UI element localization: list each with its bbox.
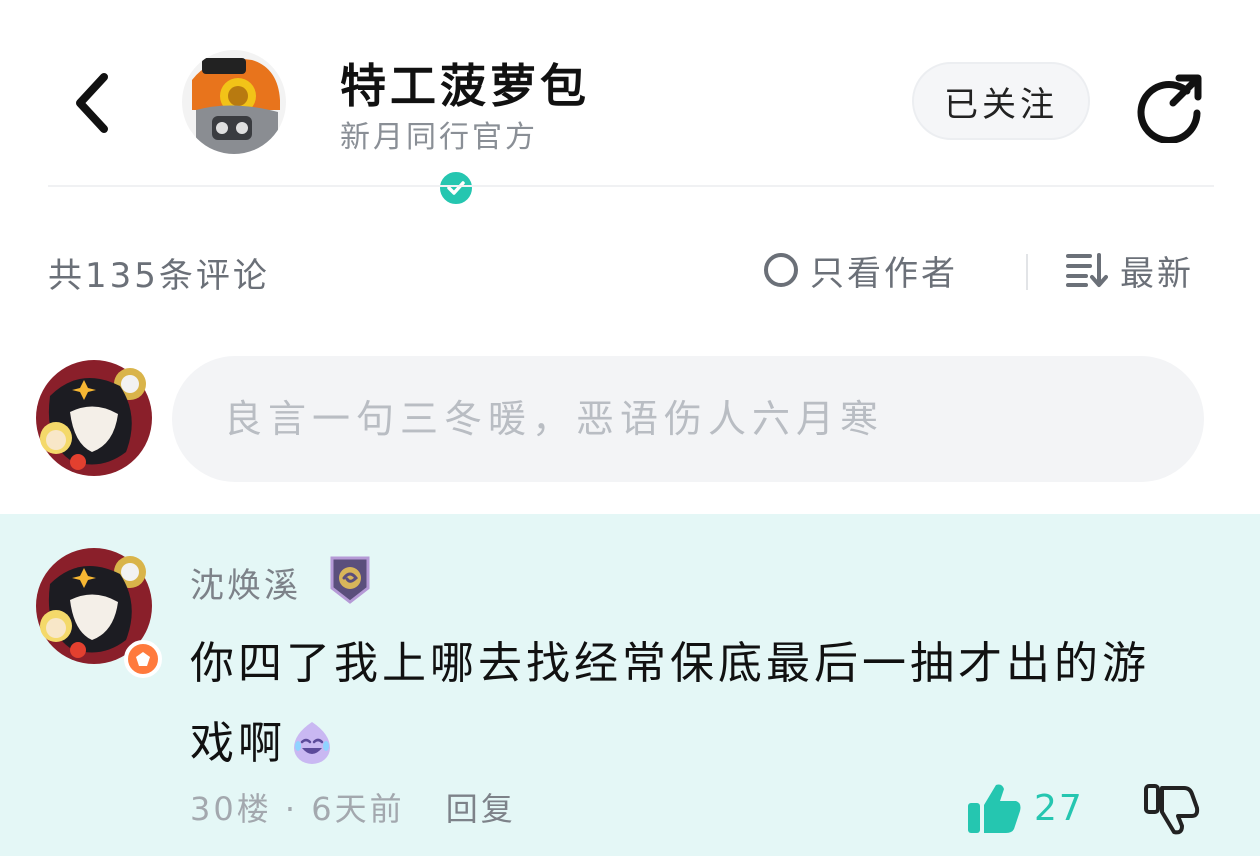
sort-label: 最新 xyxy=(1120,253,1194,294)
share-icon xyxy=(1137,74,1202,143)
comment-item: 沈焕溪 你四了我上哪去找经常保底最后一抽才出的游戏啊 30楼 · 6天前 回复 … xyxy=(0,514,1260,856)
author-avatar[interactable] xyxy=(182,50,476,208)
chevron-left-icon xyxy=(76,73,108,133)
comment-time: 6天前 xyxy=(311,790,405,828)
reply-button[interactable]: 回复 xyxy=(446,790,516,828)
level-badge-icon xyxy=(124,640,162,678)
comment-count: 共135条评论 xyxy=(48,256,270,296)
follow-button[interactable]: 已关注 xyxy=(912,62,1090,140)
author-subtitle: 新月同行官方 xyxy=(340,120,538,155)
sort-toggle[interactable]: 最新 xyxy=(1066,244,1194,296)
like-button[interactable]: 27 xyxy=(966,776,1084,840)
header-divider xyxy=(48,185,1214,187)
comment-page: 特工菠萝包 新月同行官方 已关注 共135条评论 只看作者 最新 良言一句三冬暖… xyxy=(0,0,1260,856)
verified-badge-icon xyxy=(436,168,476,208)
author-avatar-image xyxy=(182,50,286,154)
commenter-name[interactable]: 沈焕溪 xyxy=(190,558,301,607)
header: 特工菠萝包 新月同行官方 已关注 xyxy=(0,0,1260,208)
meta-dot: · xyxy=(284,790,312,828)
my-avatar-image xyxy=(36,360,152,476)
comment-body: 你四了我上哪去找经常保底最后一抽才出的游戏啊 xyxy=(190,624,1180,784)
comment-meta: 30楼 · 6天前 回复 xyxy=(190,784,516,830)
author-name[interactable]: 特工菠萝包 xyxy=(340,50,590,116)
bar-separator xyxy=(1026,254,1028,290)
radio-circle-icon xyxy=(764,253,798,287)
author-only-label: 只看作者 xyxy=(810,253,958,294)
share-button[interactable] xyxy=(1130,66,1210,146)
my-avatar[interactable] xyxy=(30,356,158,480)
back-button[interactable] xyxy=(66,68,118,138)
author-only-toggle[interactable]: 只看作者 xyxy=(764,244,958,296)
dislike-button[interactable] xyxy=(1140,778,1202,840)
comments-bar: 共135条评论 只看作者 最新 xyxy=(0,230,1260,310)
comment-text: 你四了我上哪去找经常保底最后一抽才出的游戏啊 xyxy=(190,638,1150,769)
comment-input[interactable] xyxy=(172,356,1204,482)
rank-badge-icon xyxy=(328,554,372,606)
thumbs-up-icon xyxy=(968,784,1021,833)
floor-number: 30楼 xyxy=(190,790,272,828)
sort-icon xyxy=(1066,252,1108,288)
comment-input-row xyxy=(0,352,1260,486)
like-count: 27 xyxy=(1034,787,1084,829)
laughing-crying-emoji-icon xyxy=(290,710,334,764)
thumbs-down-icon xyxy=(1144,784,1200,835)
